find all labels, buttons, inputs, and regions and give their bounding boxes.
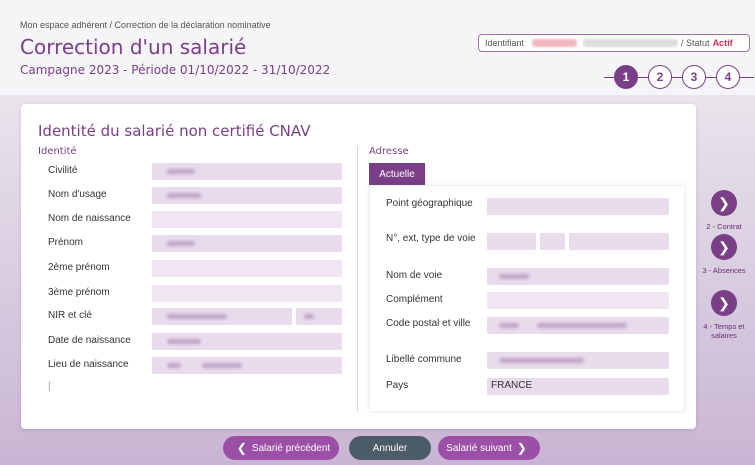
redacted-identifier — [532, 39, 578, 47]
next-employee-label: Salarié suivant — [446, 442, 512, 454]
label-numero-voie: N°, ext, type de voie — [386, 233, 476, 244]
extra-marker: | — [48, 381, 51, 392]
identifier-status-box: Identifiant / Statut Actif — [478, 34, 750, 52]
previous-employee-label: Salarié précédent — [251, 442, 331, 454]
step-4[interactable]: 4 — [716, 65, 740, 89]
step-3[interactable]: 3 — [682, 65, 706, 89]
cancel-button[interactable]: Annuler — [349, 436, 431, 460]
field-extension[interactable] — [540, 233, 565, 250]
next-employee-button[interactable]: Salarié suivant ❯ — [438, 436, 540, 460]
label-complement: Complément — [386, 294, 443, 305]
field-civilite[interactable] — [152, 163, 342, 180]
column-divider — [357, 146, 358, 412]
field-lieu-naissance[interactable] — [152, 357, 342, 374]
label-nir-cle: NIR et clé — [48, 310, 92, 321]
step-1[interactable]: 1 — [614, 65, 638, 89]
statut-label: / Statut — [681, 38, 710, 48]
step-2[interactable]: 2 — [648, 65, 672, 89]
label-civilite: Civilité — [48, 165, 78, 176]
field-complement[interactable] — [487, 292, 669, 309]
label-pays: Pays — [386, 380, 409, 391]
chevron-right-icon: ❯ — [516, 441, 527, 455]
field-2eme-prenom[interactable] — [152, 260, 342, 277]
nav-absences-label: 3 - Absences — [702, 266, 746, 275]
label-2eme-prenom: 2ème prénom — [48, 262, 110, 273]
label-lieu-naissance: Lieu de naissance — [48, 359, 129, 370]
field-nom-naissance[interactable] — [152, 211, 342, 228]
label-libelle-commune: Libellé commune — [386, 354, 462, 365]
field-3eme-prenom[interactable] — [152, 285, 342, 302]
nav-temps-salaires-button[interactable]: ❯ — [711, 290, 737, 316]
field-cle[interactable] — [296, 308, 342, 325]
identity-card: Identité du salarié non certifié CNAV Id… — [21, 104, 696, 429]
page-title: Correction d'un salarié — [20, 35, 247, 59]
field-nom-voie[interactable] — [487, 268, 669, 285]
label-3eme-prenom: 3ème prénom — [48, 287, 110, 298]
address-panel: Point géographique N°, ext, type de voie… — [369, 185, 685, 412]
chevron-right-icon: ❯ — [718, 294, 730, 311]
field-numero[interactable] — [487, 233, 536, 250]
chevron-right-icon: ❯ — [718, 238, 730, 255]
label-code-postal-ville: Code postal et ville — [386, 318, 471, 329]
field-nir[interactable] — [152, 308, 292, 325]
field-nom-usage[interactable] — [152, 187, 342, 204]
stepper: 1 2 3 4 — [604, 64, 754, 90]
nav-temps-salaires-label: 4 - Temps et salaires — [703, 322, 745, 340]
field-date-naissance[interactable] — [152, 333, 342, 350]
field-type-voie[interactable] — [569, 233, 669, 250]
breadcrumb: Mon espace adhérent / Correction de la d… — [20, 20, 271, 30]
previous-employee-button[interactable]: ❮ Salarié précédent — [223, 436, 339, 460]
label-date-naissance: Date de naissance — [48, 335, 131, 346]
section-identite-title: Identité — [38, 146, 77, 157]
identifiant-label: Identifiant — [485, 38, 525, 48]
label-nom-usage: Nom d'usage — [48, 189, 107, 200]
label-nom-naissance: Nom de naissance — [48, 213, 131, 224]
chevron-right-icon: ❯ — [718, 194, 730, 211]
redacted-identifier-detail — [583, 39, 679, 47]
field-libelle-commune[interactable] — [487, 352, 669, 369]
label-point-geographique: Point géographique — [386, 198, 473, 209]
card-title: Identité du salarié non certifié CNAV — [38, 122, 311, 140]
nav-absences-button[interactable]: ❯ — [711, 234, 737, 260]
statut-value: Actif — [712, 38, 733, 48]
field-pays[interactable]: FRANCE — [487, 378, 669, 395]
section-adresse-title: Adresse — [369, 146, 409, 157]
nav-contrat-label: 2 - Contrat — [706, 222, 742, 231]
campaign-period: Campagne 2023 - Période 01/10/2022 - 31/… — [20, 63, 331, 77]
label-nom-voie: Nom de voie — [386, 270, 443, 281]
tab-actuelle[interactable]: Actuelle — [369, 163, 425, 185]
label-prenom: Prénom — [48, 237, 84, 248]
cancel-label: Annuler — [372, 442, 408, 454]
nav-contrat-button[interactable]: ❯ — [711, 190, 737, 216]
field-code-postal-ville[interactable] — [487, 317, 669, 334]
field-point-geographique[interactable] — [487, 198, 669, 215]
chevron-left-icon: ❮ — [236, 441, 247, 455]
field-prenom[interactable] — [152, 235, 342, 252]
